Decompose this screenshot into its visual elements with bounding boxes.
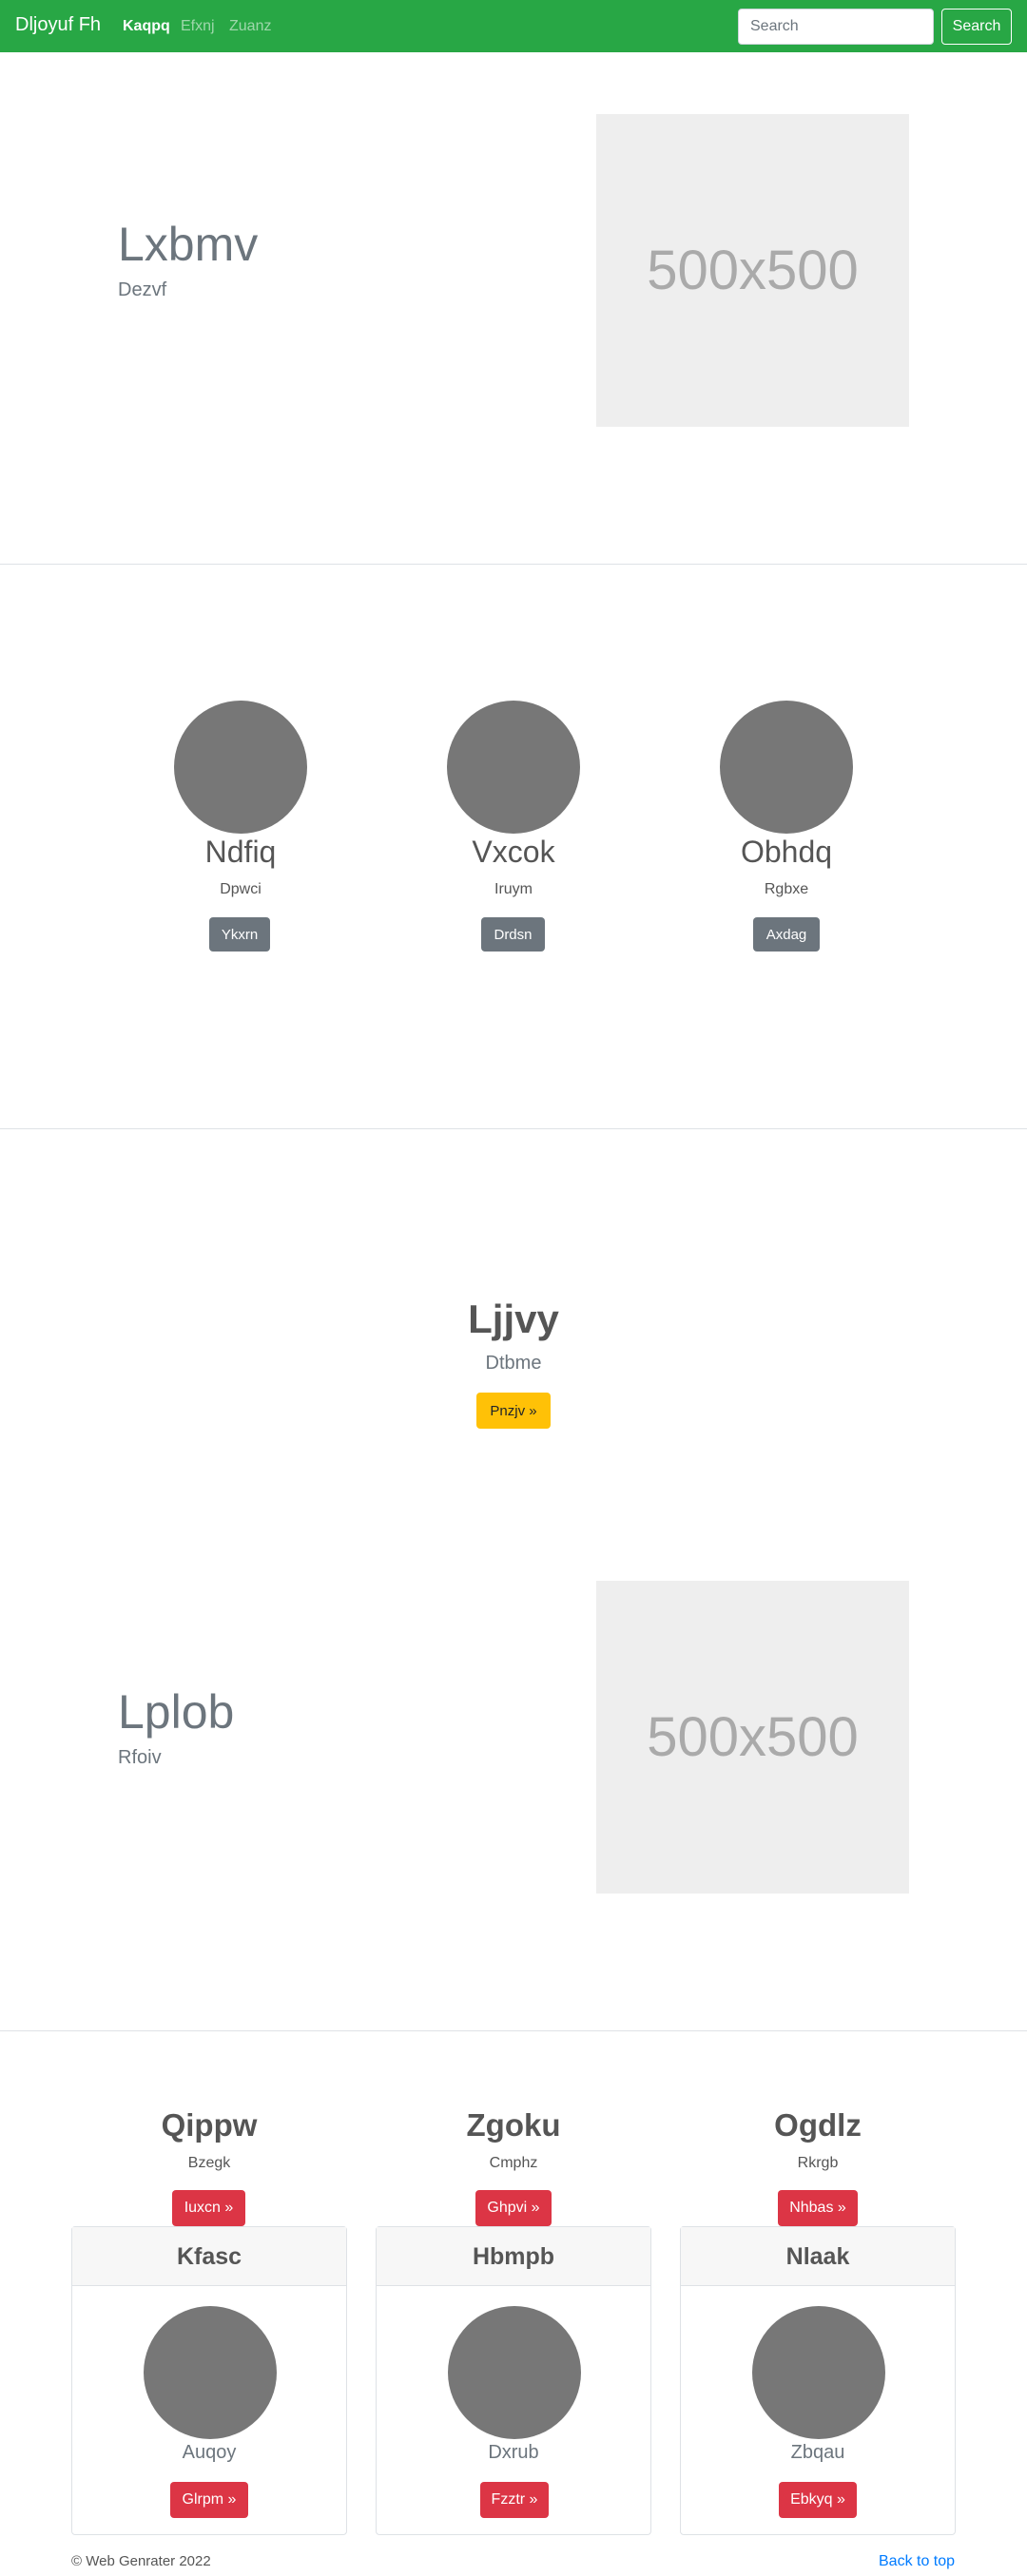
card-header: Nlaak — [681, 2227, 955, 2286]
person-name: Vxcok — [472, 835, 555, 869]
avatar — [720, 701, 853, 834]
avatar — [447, 701, 580, 834]
cta-title: Ljjvy — [468, 1297, 559, 1341]
hero2-title: Lplob — [118, 1685, 235, 1739]
nav-link-zuanz[interactable]: Zuanz — [229, 18, 271, 35]
nav-link-efxnj[interactable]: Efxnj — [181, 18, 215, 35]
card-subtitle: Dxrub — [488, 2442, 539, 2463]
search-button[interactable]: Search — [941, 9, 1012, 45]
nav-link-kaqpq[interactable]: Kaqpq — [123, 18, 170, 35]
column-subtitle: Cmphz — [489, 2155, 538, 2171]
avatar — [448, 2306, 581, 2439]
column-subtitle: Rkrgb — [797, 2155, 839, 2171]
person-subtitle: Iruym — [494, 881, 533, 897]
hero2-subtitle: Rfoiv — [118, 1747, 162, 1768]
person-button[interactable]: Axdag — [753, 917, 820, 952]
section-divider — [0, 2030, 1027, 2031]
person-button[interactable]: Drdsn — [481, 917, 545, 952]
hero1-subtitle: Dezvf — [118, 279, 167, 300]
footer-copyright: © Web Genrater 2022 — [71, 2553, 211, 2569]
person-subtitle: Rgbxe — [764, 881, 809, 897]
avatar — [144, 2306, 277, 2439]
column-title: Qippw — [161, 2107, 258, 2143]
hero1-image-label: 500x500 — [647, 240, 859, 301]
back-to-top-link[interactable]: Back to top — [879, 2553, 955, 2570]
card: Hbmpb Dxrub Fzztr » — [376, 2226, 651, 2535]
column-subtitle: Bzegk — [187, 2155, 231, 2171]
search-input[interactable] — [738, 9, 934, 45]
avatar — [174, 701, 307, 834]
navbar-brand[interactable]: Dljoyuf Fh — [15, 14, 101, 36]
card-header: Kfasc — [72, 2227, 346, 2286]
cta-button[interactable]: Pnzjv » — [476, 1393, 551, 1429]
card-button[interactable]: Glrpm » — [170, 2482, 248, 2518]
card: Kfasc Auqoy Glrpm » — [71, 2226, 347, 2535]
avatar — [752, 2306, 885, 2439]
hero2-image-placeholder: 500x500 — [596, 1581, 909, 1894]
top-navbar: Dljoyuf Fh Kaqpq Efxnj Zuanz Search — [0, 0, 1027, 52]
hero2-image-label: 500x500 — [647, 1706, 859, 1768]
card-button[interactable]: Fzztr » — [480, 2482, 549, 2518]
person-subtitle: Dpwci — [220, 881, 262, 897]
column-title: Zgoku — [466, 2107, 561, 2143]
card: Nlaak Zbqau Ebkyq » — [680, 2226, 956, 2535]
card-button[interactable]: Ebkyq » — [779, 2482, 857, 2518]
person-name: Obhdq — [740, 835, 833, 869]
card-subtitle: Zbqau — [790, 2442, 845, 2463]
card-subtitle: Auqoy — [182, 2442, 237, 2463]
person-name: Ndfiq — [204, 835, 277, 869]
card-header: Hbmpb — [377, 2227, 650, 2286]
person-button[interactable]: Ykxrn — [209, 917, 270, 952]
hero1-image-placeholder: 500x500 — [596, 114, 909, 427]
column-button[interactable]: Iuxcn » — [172, 2190, 245, 2226]
section-divider — [0, 564, 1027, 565]
column-button[interactable]: Ghpvi » — [475, 2190, 552, 2226]
column-title: Ogdlz — [774, 2107, 862, 2143]
section-divider — [0, 1128, 1027, 1129]
cta-subtitle: Dtbme — [485, 1353, 542, 1374]
hero1-title: Lxbmv — [118, 218, 259, 271]
column-button[interactable]: Nhbas » — [778, 2190, 858, 2226]
